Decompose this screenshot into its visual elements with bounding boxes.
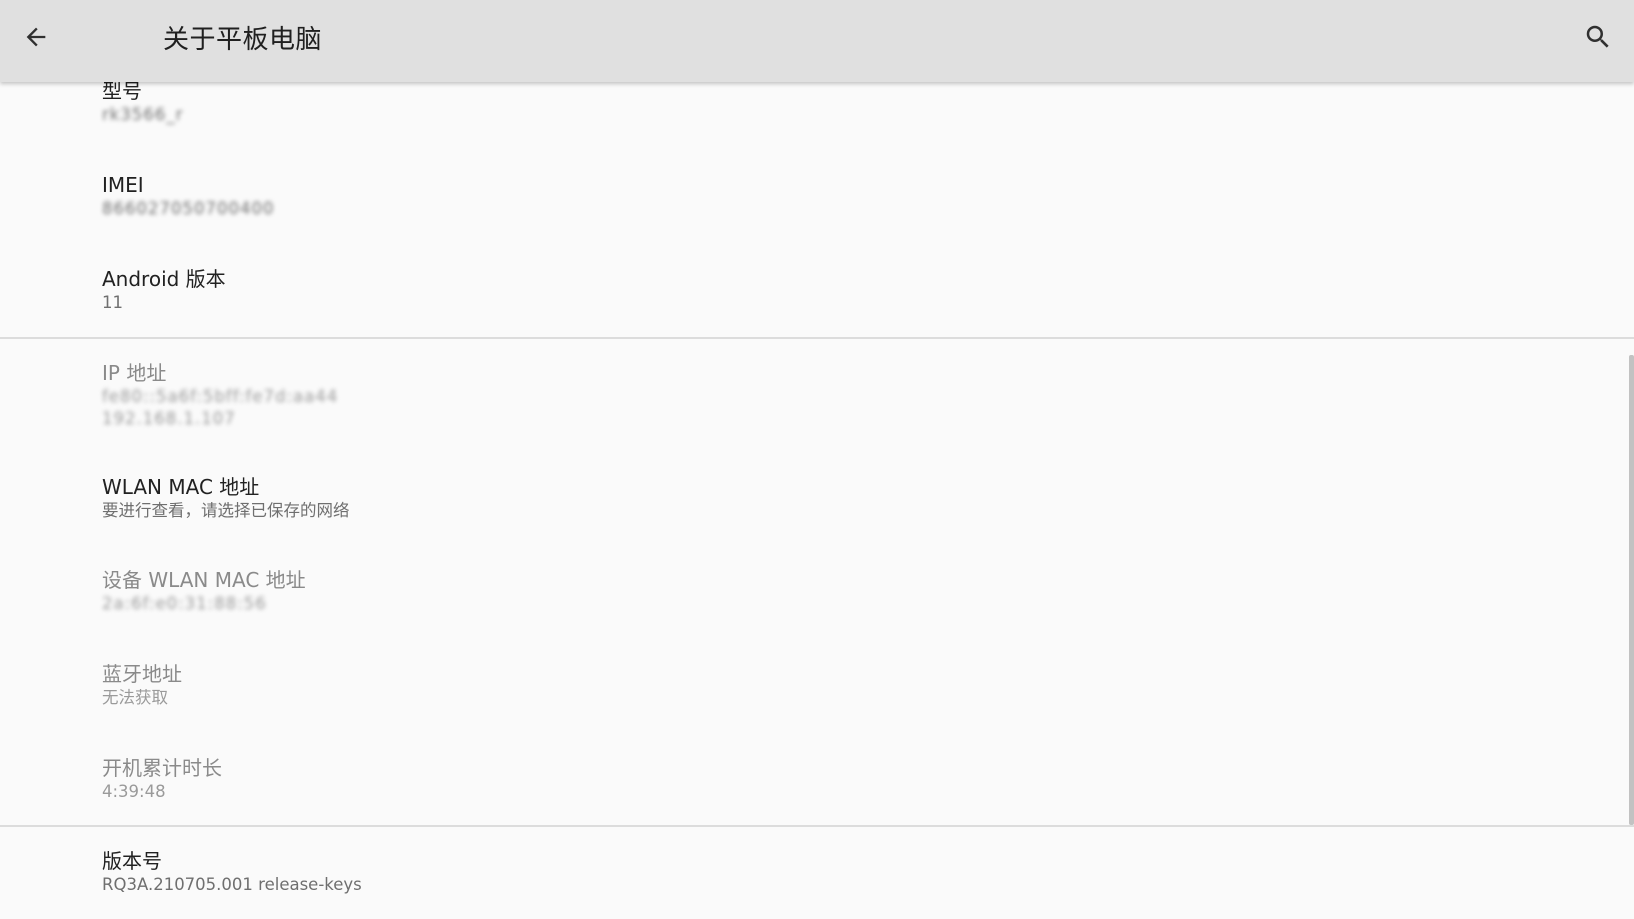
pref-summary: rk3566_r [102, 105, 184, 124]
pref-summary: 4:39:48 [102, 782, 166, 801]
preference-list[interactable]: 型号 rk3566_r IMEI 866027050700400 Android… [0, 79, 1634, 919]
pref-summary: RQ3A.210705.001 release-keys [102, 875, 362, 894]
pref-summary: 无法获取 [102, 688, 168, 707]
pref-title: Android 版本 [102, 267, 226, 291]
search-button[interactable] [1576, 17, 1620, 61]
search-icon [1583, 22, 1613, 56]
app-bar: 关于平板电脑 [0, 0, 1634, 82]
pref-model[interactable]: 型号 rk3566_r [102, 78, 183, 126]
pref-title: 开机累计时长 [102, 756, 222, 780]
pref-summary: 866027050700400 [102, 199, 275, 218]
arrow-back-icon [22, 23, 50, 55]
section-divider [0, 825, 1634, 827]
pref-title: 设备 WLAN MAC 地址 [102, 568, 306, 592]
pref-summary: 要进行查看，请选择已保存的网络 [102, 501, 350, 520]
pref-summary: 2a:6f:e0:31:88:56 [102, 594, 267, 613]
section-divider [0, 337, 1634, 339]
pref-uptime: 开机累计时长 4:39:48 [102, 755, 222, 803]
pref-title: IP 地址 [102, 361, 167, 385]
pref-device-wlan-mac: 设备 WLAN MAC 地址 2a:6f:e0:31:88:56 [102, 567, 306, 615]
about-tablet-screen: 关于平板电脑 型号 rk3566_r IMEI 866027050700400 … [0, 0, 1634, 919]
pref-summary-line2: 192.168.1.107 [102, 409, 236, 428]
pref-wlan-mac[interactable]: WLAN MAC 地址 要进行查看，请选择已保存的网络 [102, 474, 350, 522]
pref-title: 版本号 [102, 849, 162, 873]
scrollbar-thumb[interactable] [1629, 355, 1634, 825]
pref-build-number[interactable]: 版本号 RQ3A.210705.001 release-keys [102, 848, 362, 896]
pref-summary: 11 [102, 293, 123, 312]
pref-title: WLAN MAC 地址 [102, 475, 260, 499]
pref-title: 蓝牙地址 [102, 662, 182, 686]
pref-summary-line1: fe80::5a6f:5bff:fe7d:aa44 [102, 387, 339, 406]
pref-android-version[interactable]: Android 版本 11 [102, 266, 226, 314]
pref-imei[interactable]: IMEI 866027050700400 [102, 172, 274, 220]
back-button[interactable] [14, 17, 58, 61]
pref-ip-address: IP 地址 fe80::5a6f:5bff:fe7d:aa44 192.168.… [102, 360, 338, 430]
page-title: 关于平板电脑 [163, 25, 323, 55]
pref-title: IMEI [102, 173, 144, 197]
pref-bluetooth-address: 蓝牙地址 无法获取 [102, 661, 182, 709]
